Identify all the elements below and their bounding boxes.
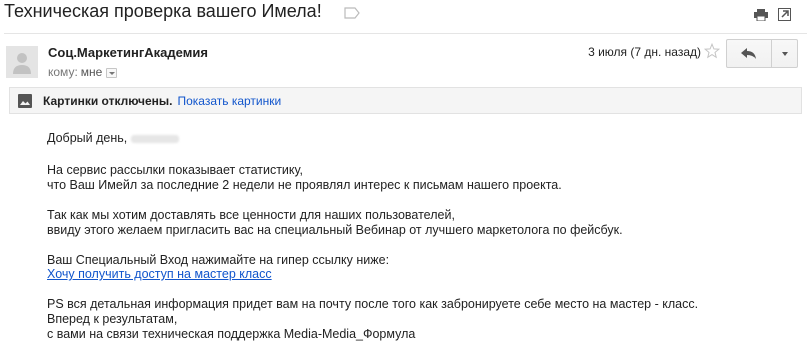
paragraph2-line2: ввиду этого желаем пригласить вас на спе… xyxy=(47,223,623,237)
ps-line3: с вами на связи техническая поддержка Me… xyxy=(47,327,416,341)
ps-line2: Вперед к результатам, xyxy=(47,312,178,326)
recipient-row: кому: мне xyxy=(48,65,118,79)
avatar xyxy=(6,46,38,78)
show-images-link[interactable]: Показать картинки xyxy=(177,94,281,108)
show-details-button[interactable] xyxy=(106,68,118,78)
greeting-text: Добрый день, xyxy=(47,131,128,145)
images-disabled-bar: Картинки отключены. Показать картинки xyxy=(9,87,802,114)
paragraph2-line1: Так как мы хотим доставлять все ценности… xyxy=(47,208,455,222)
label-tag-icon[interactable] xyxy=(344,7,360,19)
ps-line1: PS вся детальная информация придет вам н… xyxy=(47,297,699,311)
masterclass-link[interactable]: Хочу получить доступ на мастер класс xyxy=(47,267,272,281)
message-subject: Техническая проверка вашего Имела! xyxy=(4,1,322,21)
greeting-line: Добрый день, xyxy=(47,131,180,146)
reply-button[interactable] xyxy=(727,40,772,67)
paragraph1-line1: На сервис рассылки показывает статистику… xyxy=(47,163,303,177)
chevron-down-icon xyxy=(781,51,788,56)
star-icon[interactable] xyxy=(704,43,720,59)
message-date: 3 июля (7 дн. назад) xyxy=(588,45,701,59)
masterclass-link-line: Хочу получить доступ на мастер класс xyxy=(47,267,272,282)
paragraph1-line2: что Ваш Имейл за последние 2 недели не п… xyxy=(47,178,562,192)
reply-arrow-icon xyxy=(741,47,756,59)
subject-row: Техническая проверка вашего Имела! xyxy=(0,0,811,30)
images-disabled-text: Картинки отключены. xyxy=(43,93,173,108)
person-silhouette-icon xyxy=(13,53,31,74)
print-icon[interactable] xyxy=(754,9,768,21)
redacted-recipient-name xyxy=(131,134,180,143)
recipient-value: мне xyxy=(80,65,103,79)
header-divider xyxy=(4,33,807,34)
image-icon xyxy=(18,93,32,108)
paragraph3-line1: Ваш Специальный Вход нажимайте на гипер … xyxy=(47,253,390,267)
recipient-label: кому: xyxy=(48,65,78,79)
more-options-button[interactable] xyxy=(772,40,797,67)
sender-name[interactable]: Соц.МаркетингАкадемия xyxy=(48,45,208,60)
reply-button-group xyxy=(726,39,798,68)
new-window-icon[interactable] xyxy=(778,8,791,21)
